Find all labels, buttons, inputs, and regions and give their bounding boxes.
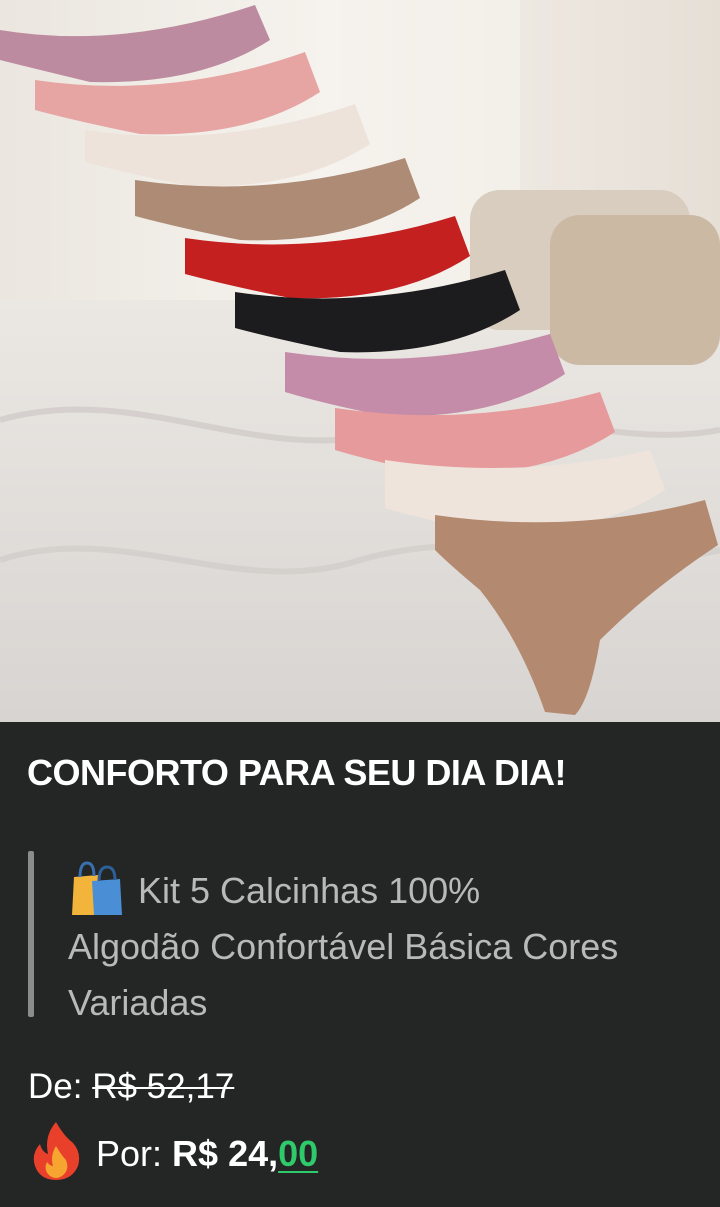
new-price-label: Por:: [96, 1133, 163, 1174]
product-description: Kit 5 Calcinhas 100% Algodão Confortável…: [68, 857, 628, 1031]
post-headline: CONFORTO PARA SEU DIA DIA!: [27, 752, 567, 793]
fire-icon: [30, 1120, 82, 1182]
product-name-line1: Kit 5 Calcinhas 100%: [138, 870, 481, 911]
old-price-value: R$ 52,17: [92, 1067, 235, 1106]
pillow: [550, 215, 720, 365]
new-price-whole: R$ 24,: [172, 1133, 279, 1174]
quote-bar: [28, 851, 34, 1017]
product-photo[interactable]: [0, 0, 720, 722]
old-price: De: R$ 52,17: [28, 1067, 234, 1107]
shopping-bags-icon: [68, 857, 124, 917]
new-price: Por: R$ 24,00: [30, 1120, 318, 1182]
product-name-rest: Algodão Confortável Básica Cores Variada…: [68, 926, 619, 1023]
old-price-label: De:: [28, 1067, 83, 1106]
product-photo-svg: [0, 0, 720, 722]
new-price-cents[interactable]: 00: [278, 1133, 318, 1174]
